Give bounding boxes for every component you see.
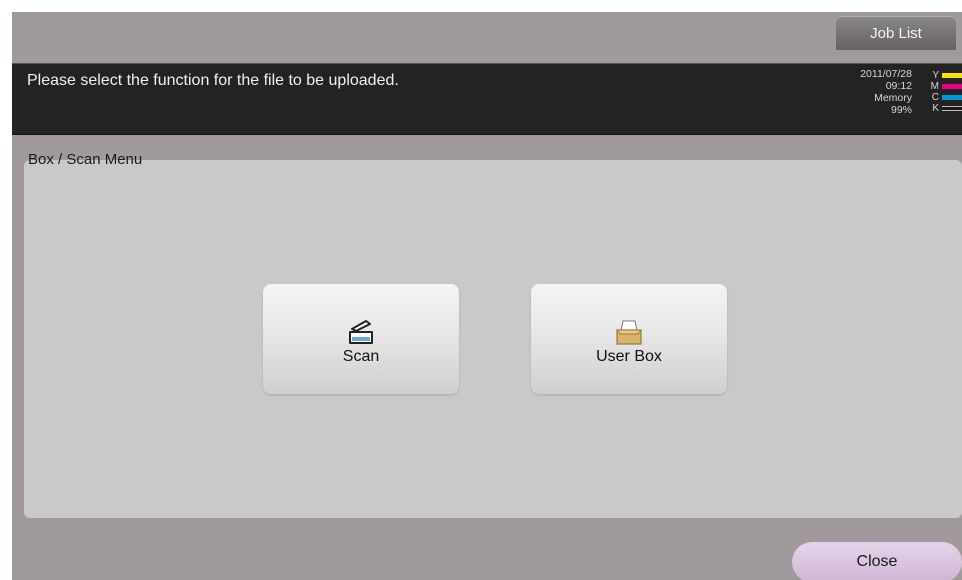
toner-bar-magenta xyxy=(942,84,962,89)
toner-label: Y xyxy=(932,70,939,81)
toner-label: K xyxy=(932,103,939,114)
box-scan-menu-panel: Scan User Box xyxy=(24,160,962,518)
date-display: 2011/07/28 xyxy=(860,68,912,80)
scanner-icon xyxy=(349,320,373,344)
user-box-button[interactable]: User Box xyxy=(531,284,727,394)
panel-title: Box / Scan Menu xyxy=(28,151,143,168)
scan-button[interactable]: Scan xyxy=(263,284,459,394)
toner-row-black: K xyxy=(922,103,962,114)
time-display: 09:12 xyxy=(885,80,912,92)
toner-bar-yellow xyxy=(942,73,962,78)
toner-label: M xyxy=(930,81,939,92)
close-button[interactable]: Close xyxy=(792,542,962,580)
user-box-label: User Box xyxy=(596,348,662,365)
close-label: Close xyxy=(856,553,898,570)
message-bar: Please select the function for the file … xyxy=(12,63,962,135)
toner-label: C xyxy=(931,92,939,103)
toner-row-yellow: Y xyxy=(922,70,962,81)
toner-row-magenta: M xyxy=(922,81,962,92)
toner-levels: Y M C K xyxy=(922,70,962,114)
toner-bar-black xyxy=(942,106,962,111)
job-list-label: Job List xyxy=(870,24,922,42)
status-block: 2011/07/28 09:12 Memory 99% xyxy=(860,68,912,116)
instruction-message: Please select the function for the file … xyxy=(27,72,399,89)
mfp-screen: Job List Please select the function for … xyxy=(12,12,962,580)
toner-row-cyan: C xyxy=(922,92,962,103)
memory-label: Memory xyxy=(874,92,912,104)
user-box-icon xyxy=(616,320,642,345)
scan-label: Scan xyxy=(342,348,380,365)
toner-bar-cyan xyxy=(942,95,962,100)
memory-value: 99% xyxy=(890,104,912,116)
job-list-button[interactable]: Job List xyxy=(836,16,956,50)
